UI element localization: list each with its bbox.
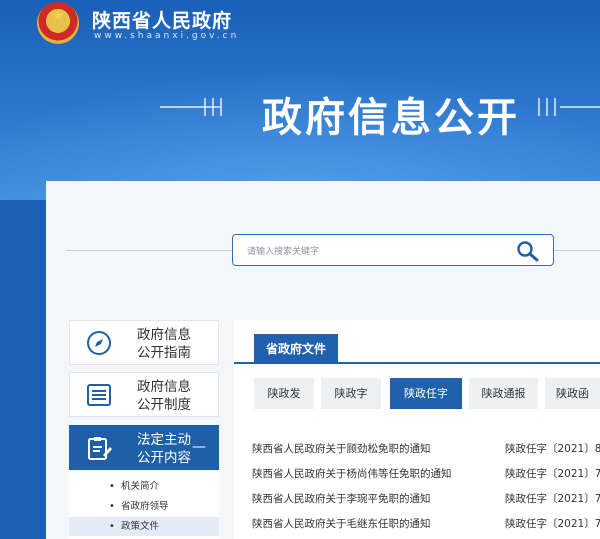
- search-placeholder: 请输入搜索关键字: [247, 247, 320, 257]
- hero-banner: ★ 陕西省人民政府 www.shaanxi.gov.cn 政府信息公开: [0, 0, 600, 200]
- tab-provincial-documents[interactable]: 省政府文件: [254, 334, 338, 364]
- document-title[interactable]: 陕西省人民政府关于顾劲松免职的通知: [252, 441, 431, 456]
- decor-bar: [220, 98, 222, 116]
- decor-bar: [546, 98, 548, 116]
- decor-line: [560, 106, 600, 108]
- submenu-item-policy-files[interactable]: • 政策文件: [69, 517, 219, 536]
- document-row[interactable]: 陕西省人民政府关于顾劲松免职的通知 陕政任字〔2021〕80: [252, 441, 600, 457]
- site-name[interactable]: 陕西省人民政府: [92, 6, 232, 33]
- document-title[interactable]: 陕西省人民政府关于杨尚伟等任免职的通知: [252, 466, 452, 481]
- compass-icon: [87, 331, 111, 355]
- filter-chip-shaanzhengfa[interactable]: 陕政发: [254, 378, 314, 409]
- sidebar-item-label: 政府信息 公开指南: [137, 327, 191, 361]
- document-row[interactable]: 陕西省人民政府关于杨尚伟等任免职的通知 陕政任字〔2021〕79: [252, 466, 600, 482]
- search-input[interactable]: 请输入搜索关键字: [232, 234, 554, 266]
- filter-chip-shaanzhengrenzi[interactable]: 陕政任字: [390, 378, 462, 409]
- submenu-item-leaders[interactable]: • 省政府领导: [69, 497, 219, 516]
- document-row[interactable]: 陕西省人民政府关于毛继东任职的通知 陕政任字〔2021〕77: [252, 516, 600, 532]
- bullet-icon: •: [109, 501, 115, 512]
- sidebar-submenu: • 机关简介 • 省政府领导 • 政策文件: [69, 471, 219, 539]
- page-title: 政府信息公开: [262, 95, 520, 141]
- decor-bar: [212, 98, 214, 116]
- document-row[interactable]: 陕西省人民政府关于李琬平免职的通知 陕政任字〔2021〕78: [252, 491, 600, 507]
- decor-line: [160, 106, 220, 108]
- filter-chip-shaanzhengzi[interactable]: 陕政字: [321, 378, 381, 409]
- document-number: 陕政任字〔2021〕78: [505, 493, 600, 505]
- decor-bar: [538, 98, 540, 116]
- document-title[interactable]: 陕西省人民政府关于李琬平免职的通知: [252, 491, 431, 506]
- sidebar-item-mandatory-disclosure[interactable]: 法定主动 公开内容 —: [69, 425, 219, 470]
- document-number: 陕政任字〔2021〕79: [505, 468, 600, 480]
- sidebar-item-rules[interactable]: 政府信息 公开制度: [69, 372, 219, 417]
- document-number: 陕政任字〔2021〕80: [505, 443, 600, 455]
- decor-bar: [204, 98, 206, 116]
- document-edit-icon: [88, 437, 112, 460]
- filter-chip-shaanzhengtongbao[interactable]: 陕政通报: [469, 378, 538, 409]
- sidebar-item-label: 政府信息 公开制度: [137, 379, 191, 413]
- submenu-item-agency-profile[interactable]: • 机关简介: [69, 477, 219, 496]
- document-title[interactable]: 陕西省人民政府关于毛继东任职的通知: [252, 516, 431, 531]
- filter-chip-shaanzhenghan[interactable]: 陕政函: [545, 378, 600, 409]
- list-icon: [87, 384, 111, 406]
- site-url[interactable]: www.shaanxi.gov.cn: [94, 31, 239, 41]
- sidebar-item-guide[interactable]: 政府信息 公开指南: [69, 320, 219, 365]
- search-icon[interactable]: [516, 240, 540, 262]
- bullet-icon: •: [109, 521, 115, 532]
- bullet-icon: •: [109, 481, 115, 492]
- decor-bar: [554, 98, 556, 116]
- collapse-toggle-icon[interactable]: —: [192, 439, 206, 455]
- document-number: 陕政任字〔2021〕77: [505, 518, 600, 530]
- national-emblem-icon: ★: [37, 2, 79, 44]
